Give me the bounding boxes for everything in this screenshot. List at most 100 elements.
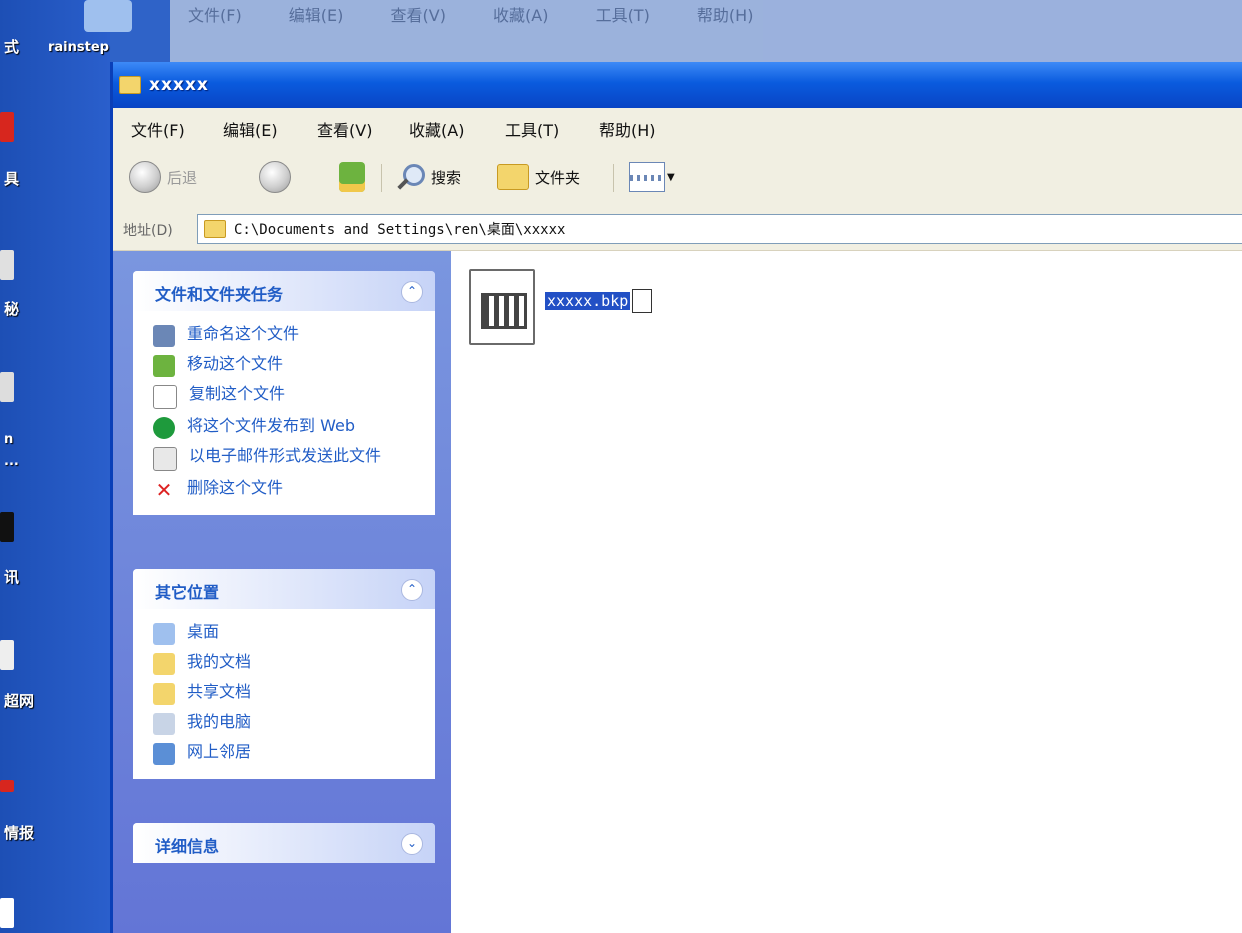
task-email-file[interactable]: 以电子邮件形式发送此文件 [133, 443, 435, 475]
task-delete-file[interactable]: ✕ 删除这个文件 [133, 475, 435, 505]
bg-menu-tools[interactable]: 工具(T) [596, 6, 650, 25]
toolbar-separator [613, 164, 614, 192]
panel-title: 详细信息 [155, 837, 220, 856]
copy-icon [153, 385, 177, 409]
views-button[interactable]: ▼ [629, 160, 675, 194]
place-label: 共享文档 [187, 682, 252, 701]
background-window-menubar: 文件(F) 编辑(E) 查看(V) 收藏(A) 工具(T) 帮助(H) [188, 2, 795, 26]
desktop-item-label[interactable]: ... [4, 454, 114, 469]
back-label: 后退 [167, 168, 198, 187]
collapse-chevron-icon[interactable]: ⌃ [401, 281, 423, 303]
task-label: 重命名这个文件 [187, 324, 300, 343]
rainstep-desktop-icon[interactable] [84, 0, 132, 32]
place-label: 我的电脑 [187, 712, 252, 731]
my-documents-icon [153, 653, 175, 675]
text-cursor [632, 289, 653, 313]
search-icon [395, 162, 425, 192]
menu-view[interactable]: 查看(V) [317, 117, 372, 141]
search-button[interactable]: 搜索 [395, 160, 461, 194]
panel-title: 其它位置 [155, 583, 220, 602]
address-bar: 地址(D) C:\Documents and Settings\ren\桌面\x… [113, 208, 1242, 251]
menu-tools[interactable]: 工具(T) [505, 117, 559, 141]
desktop-item-label[interactable]: n [4, 432, 114, 447]
address-input[interactable]: C:\Documents and Settings\ren\桌面\xxxxx [197, 214, 1242, 244]
search-label: 搜索 [431, 168, 462, 187]
task-copy-file[interactable]: 复制这个文件 [133, 381, 435, 413]
folders-button[interactable]: 文件夹 [497, 160, 580, 194]
desktop-item-label[interactable]: 秘 [4, 298, 114, 319]
views-icon [629, 162, 665, 192]
desktop-app-icon[interactable] [0, 780, 14, 792]
desktop-app-icon[interactable] [0, 372, 14, 402]
place-my-documents[interactable]: 我的文档 [133, 649, 435, 679]
bg-menu-edit[interactable]: 编辑(E) [289, 6, 344, 25]
desktop-app-icon[interactable] [0, 898, 14, 928]
place-network-places[interactable]: 网上邻居 [133, 739, 435, 769]
expand-chevron-icon[interactable]: ⌄ [401, 833, 423, 855]
file-tasks-panel: 文件和文件夹任务 ⌃ 重命名这个文件 移动这个文件 复制这个文件 将这个文件发布… [133, 271, 435, 515]
file-rename-field[interactable]: xxxxx.bkp [545, 289, 653, 313]
forward-arrow-icon [259, 161, 291, 193]
dropdown-arrow-icon: ▼ [667, 171, 675, 183]
address-label: 地址(D) [123, 223, 173, 239]
desktop-app-icon[interactable] [0, 512, 14, 542]
desktop-app-icon[interactable] [0, 112, 14, 142]
task-label: 复制这个文件 [189, 384, 286, 403]
rename-icon [153, 325, 175, 347]
delete-icon: ✕ [155, 478, 173, 502]
bg-menu-help[interactable]: 帮助(H) [697, 6, 754, 25]
place-my-computer[interactable]: 我的电脑 [133, 709, 435, 739]
forward-button[interactable] [259, 160, 291, 194]
task-rename-file[interactable]: 重命名这个文件 [133, 321, 435, 351]
place-desktop[interactable]: 桌面 [133, 619, 435, 649]
task-label: 移动这个文件 [187, 354, 284, 373]
details-panel: 详细信息 ⌄ [133, 823, 435, 863]
background-window[interactable]: 文件(F) 编辑(E) 查看(V) 收藏(A) 工具(T) 帮助(H) [170, 0, 1242, 70]
web-publish-icon [153, 417, 175, 439]
task-pane: 文件和文件夹任务 ⌃ 重命名这个文件 移动这个文件 复制这个文件 将这个文件发布… [113, 251, 451, 933]
place-label: 网上邻居 [187, 742, 252, 761]
place-shared-documents[interactable]: 共享文档 [133, 679, 435, 709]
task-label: 将这个文件发布到 Web [187, 416, 355, 435]
shared-documents-icon [153, 683, 175, 705]
menu-edit[interactable]: 编辑(E) [223, 117, 278, 141]
back-button[interactable]: 后退 [129, 160, 197, 194]
bg-menu-file[interactable]: 文件(F) [188, 6, 242, 25]
up-folder-button[interactable] [339, 160, 365, 194]
desktop: 式 具 秘 n ... 讯 超网 情报 [0, 0, 110, 933]
up-folder-icon [339, 162, 365, 192]
menu-file[interactable]: 文件(F) [131, 117, 185, 141]
folders-icon [497, 164, 529, 190]
file-tasks-header[interactable]: 文件和文件夹任务 ⌃ [133, 271, 435, 311]
details-header[interactable]: 详细信息 ⌄ [133, 823, 435, 863]
collapse-chevron-icon[interactable]: ⌃ [401, 579, 423, 601]
desktop-item-label[interactable]: 具 [4, 168, 114, 189]
back-arrow-icon [129, 161, 161, 193]
toolbar: 后退 搜索 文件夹 ▼ [113, 146, 1242, 209]
bg-menu-favorites[interactable]: 收藏(A) [493, 6, 548, 25]
place-label: 我的文档 [187, 652, 252, 671]
toolbar-separator [381, 164, 382, 192]
file-view[interactable]: xxxxx.bkp [451, 251, 1242, 933]
document-file-icon[interactable] [469, 269, 535, 345]
desktop-item-label[interactable]: 超网 [4, 690, 114, 711]
desktop-item-label[interactable]: 情报 [4, 822, 114, 843]
rainstep-desktop-label[interactable]: rainstep [48, 40, 109, 55]
desktop-app-icon[interactable] [0, 640, 14, 670]
place-label: 桌面 [187, 622, 220, 641]
other-places-header[interactable]: 其它位置 ⌃ [133, 569, 435, 609]
desktop-icon [153, 623, 175, 645]
explorer-window: xxxxx 文件(F) 编辑(E) 查看(V) 收藏(A) 工具(T) 帮助(H… [110, 62, 1242, 933]
menu-help[interactable]: 帮助(H) [599, 117, 656, 141]
email-icon [153, 447, 177, 471]
bg-menu-view[interactable]: 查看(V) [391, 6, 446, 25]
title-bar[interactable]: xxxxx [113, 62, 1242, 108]
task-publish-web[interactable]: 将这个文件发布到 Web [133, 413, 435, 443]
task-label: 以电子邮件形式发送此文件 [189, 446, 382, 465]
desktop-app-icon[interactable] [0, 250, 14, 280]
folders-label: 文件夹 [535, 168, 581, 187]
menu-favorites[interactable]: 收藏(A) [409, 117, 464, 141]
task-move-file[interactable]: 移动这个文件 [133, 351, 435, 381]
panel-title: 文件和文件夹任务 [155, 285, 284, 304]
desktop-item-label[interactable]: 讯 [4, 566, 114, 587]
